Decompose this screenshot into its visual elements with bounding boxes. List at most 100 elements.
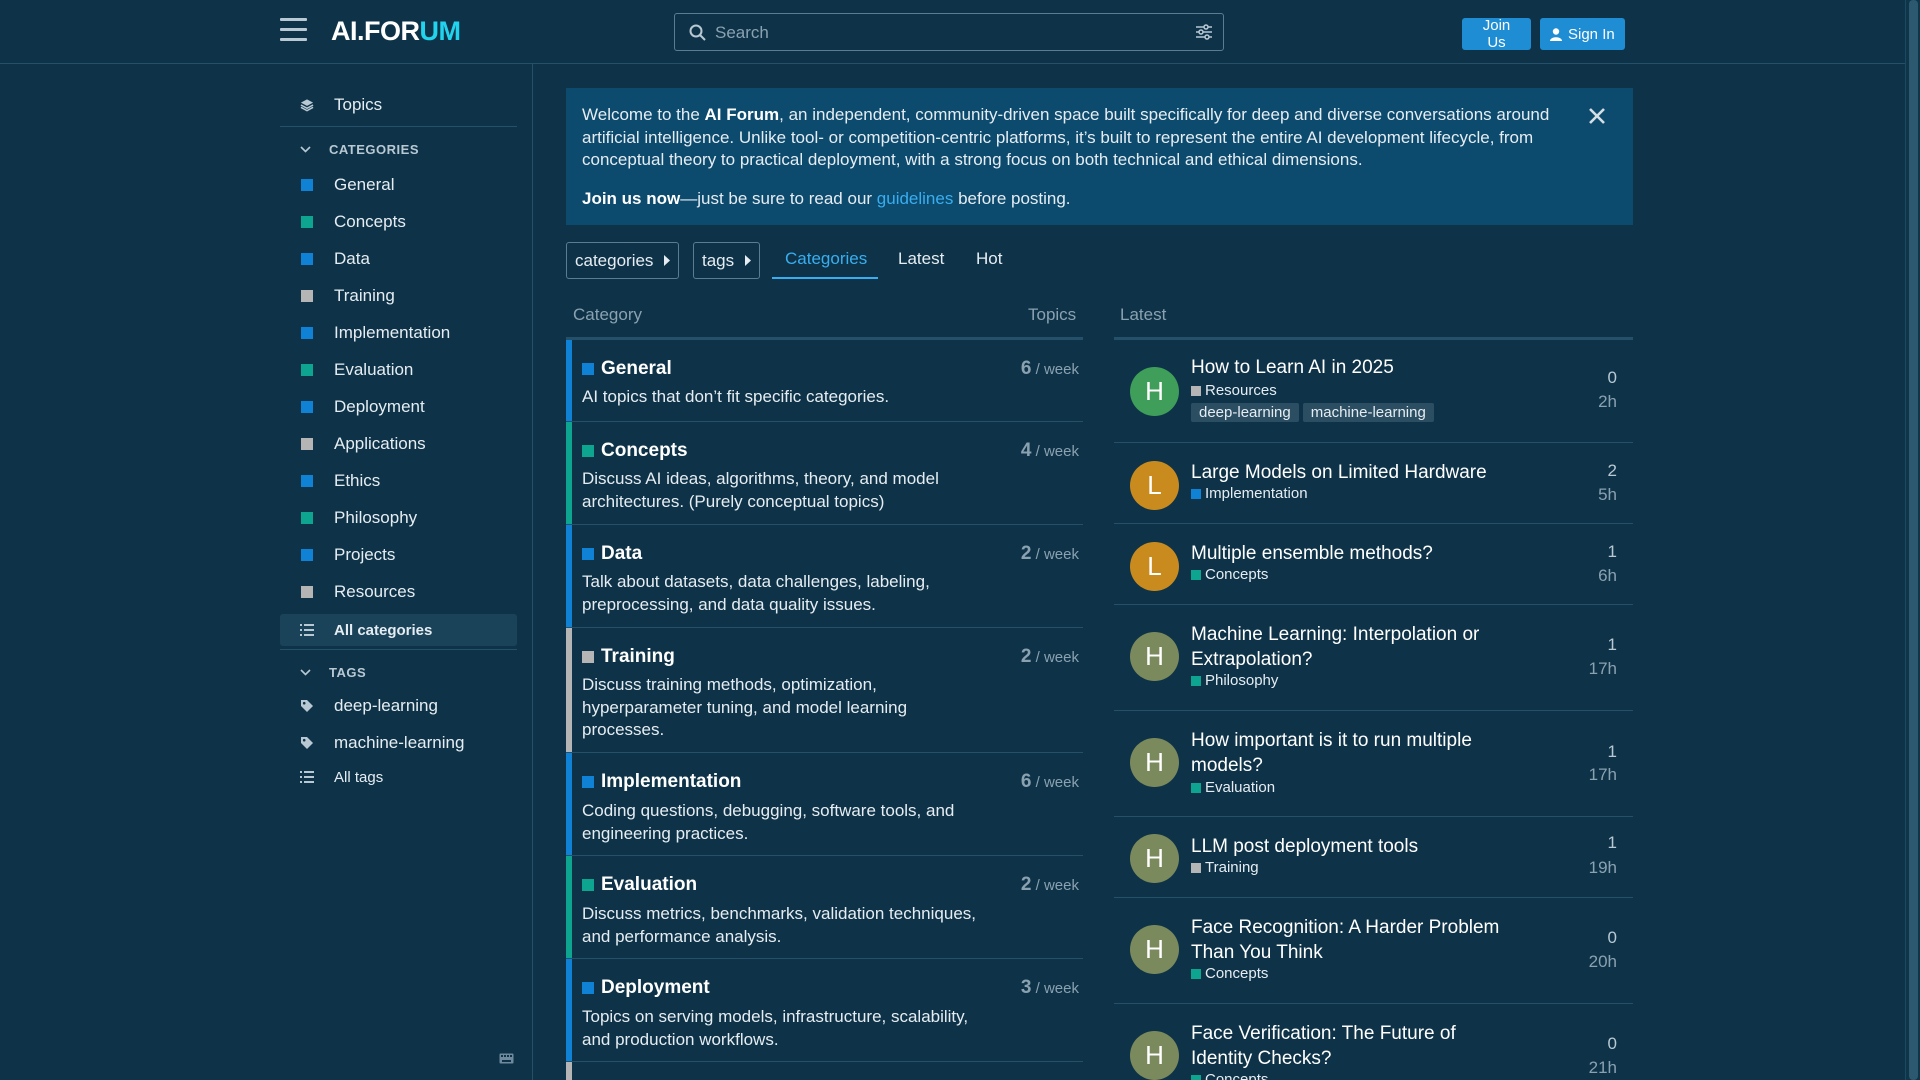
category-row[interactable] <box>566 1062 1083 1080</box>
category-row[interactable]: Training Discuss training methods, optimi… <box>566 628 1083 753</box>
sidebar-item-category[interactable]: Ethics <box>280 465 517 497</box>
topic-activity-age[interactable]: 17h <box>1589 765 1617 785</box>
categories-section-header[interactable]: CATEGORIES <box>300 142 419 157</box>
avatar[interactable]: H <box>1130 738 1179 787</box>
avatar[interactable]: H <box>1130 925 1179 974</box>
topic-tag[interactable]: deep-learning <box>1191 403 1299 422</box>
category-title[interactable]: Data <box>582 543 642 565</box>
search-filter-icon[interactable] <box>1195 23 1213 41</box>
guidelines-link[interactable]: guidelines <box>877 189 954 208</box>
category-row[interactable]: Concepts Discuss AI ideas, algorithms, th… <box>566 422 1083 525</box>
topic-reply-count[interactable]: 1 <box>1608 635 1617 655</box>
sidebar-item-category[interactable]: Resources <box>280 576 517 608</box>
category-row[interactable]: Implementation Coding questions, debuggin… <box>566 753 1083 856</box>
sidebar-item-category[interactable]: Data <box>280 243 517 275</box>
topic-list-item[interactable]: H How to Learn AI in 2025 Resources deep-le… <box>1114 340 1633 443</box>
category-row[interactable]: Deployment Topics on serving models, infr… <box>566 959 1083 1062</box>
topic-title[interactable]: Machine Learning: Interpolation or Extra… <box>1191 622 1521 672</box>
hamburger-menu-icon[interactable] <box>280 18 307 42</box>
site-logo[interactable]: AI.FORUM <box>331 16 461 47</box>
join-us-button[interactable]: Join Us <box>1462 17 1531 51</box>
scrollbar-thumb[interactable] <box>1909 0 1918 1080</box>
category-row[interactable]: Evaluation Discuss metrics, benchmarks, v… <box>566 856 1083 959</box>
topic-list-item[interactable]: L Multiple ensemble methods? Concepts 1 6h <box>1114 524 1633 605</box>
topic-reply-count[interactable]: 0 <box>1608 1034 1617 1054</box>
topic-category-badge[interactable]: Evaluation <box>1191 779 1275 796</box>
sidebar-item-category[interactable]: Implementation <box>280 317 517 349</box>
avatar[interactable]: H <box>1130 632 1179 681</box>
sidebar-item-category[interactable]: Training <box>280 280 517 312</box>
topic-category-badge[interactable]: Resources <box>1191 382 1277 399</box>
sidebar-item-topics[interactable]: Topics <box>280 89 517 121</box>
topic-title[interactable]: Multiple ensemble methods? <box>1191 541 1521 566</box>
sidebar-item-tag[interactable]: deep-learning <box>280 690 517 722</box>
topic-list-item[interactable]: H Face Recognition: A Harder Problem Than… <box>1114 898 1633 1004</box>
topic-title[interactable]: How important is it to run multiple mode… <box>1191 728 1521 778</box>
topic-reply-count[interactable]: 1 <box>1608 742 1617 762</box>
topic-title[interactable]: Face Recognition: A Harder Problem Than … <box>1191 915 1521 965</box>
topic-list-item[interactable]: L Large Models on Limited Hardware Impleme… <box>1114 443 1633 524</box>
topic-activity-age[interactable]: 5h <box>1598 485 1617 505</box>
search-box[interactable] <box>674 13 1224 51</box>
category-title[interactable]: Concepts <box>582 440 688 462</box>
topic-activity-age[interactable]: 21h <box>1589 1058 1617 1078</box>
sign-in-button[interactable]: Sign In <box>1540 18 1625 50</box>
topic-list-item[interactable]: H How important is it to run multiple mod… <box>1114 711 1633 817</box>
sidebar-item-all-tags[interactable]: All tags <box>280 761 517 793</box>
topic-reply-count[interactable]: 0 <box>1608 368 1617 388</box>
sidebar-item-category[interactable]: Philosophy <box>280 502 517 534</box>
sidebar-item-category[interactable]: Concepts <box>280 206 517 238</box>
sidebar-item-category[interactable]: Deployment <box>280 391 517 423</box>
topic-reply-count[interactable]: 1 <box>1608 542 1617 562</box>
topic-list-item[interactable]: H LLM post deployment tools Training 1 19h <box>1114 817 1633 898</box>
avatar[interactable]: H <box>1130 1031 1179 1080</box>
category-title[interactable]: Deployment <box>582 977 710 999</box>
category-row[interactable]: General AI topics that don’t fit specific… <box>566 340 1083 422</box>
sidebar-item-all-categories[interactable]: All categories <box>280 614 517 646</box>
topic-tag[interactable]: machine-learning <box>1302 403 1434 422</box>
topic-category-badge[interactable]: Concepts <box>1191 965 1268 982</box>
topic-activity-age[interactable]: 17h <box>1589 659 1617 679</box>
tab-hot[interactable]: Hot <box>976 249 1002 269</box>
categories-dropdown[interactable]: categories <box>566 242 680 279</box>
topic-title[interactable]: How to Learn AI in 2025 <box>1191 355 1521 380</box>
search-input[interactable] <box>715 21 1155 45</box>
topic-category-badge[interactable]: Philosophy <box>1191 672 1278 689</box>
topic-title[interactable]: Large Models on Limited Hardware <box>1191 460 1521 485</box>
topic-activity-age[interactable]: 19h <box>1589 858 1617 878</box>
topic-category-badge[interactable]: Concepts <box>1191 566 1268 583</box>
tab-categories[interactable]: Categories <box>785 249 867 269</box>
avatar[interactable]: H <box>1130 834 1179 883</box>
topic-list-item[interactable]: H Face Verification: The Future of Identi… <box>1114 1004 1633 1080</box>
topic-category-badge[interactable]: Implementation <box>1191 485 1308 502</box>
category-title[interactable]: Evaluation <box>582 874 697 896</box>
category-title[interactable]: Implementation <box>582 771 741 793</box>
topic-title[interactable]: Face Verification: The Future of Identit… <box>1191 1021 1521 1071</box>
topic-activity-age[interactable]: 2h <box>1598 392 1617 412</box>
category-title[interactable]: General <box>582 358 672 380</box>
topic-activity-age[interactable]: 6h <box>1598 566 1617 586</box>
sidebar-item-category[interactable]: Evaluation <box>280 354 517 386</box>
topic-list-item[interactable]: H Machine Learning: Interpolation or Extr… <box>1114 605 1633 711</box>
category-row[interactable]: Data Talk about datasets, data challenges… <box>566 525 1083 628</box>
topic-title[interactable]: LLM post deployment tools <box>1191 834 1521 859</box>
topic-category-badge[interactable]: Training <box>1191 859 1259 876</box>
sidebar-item-category[interactable]: Projects <box>280 539 517 571</box>
avatar[interactable]: H <box>1130 367 1179 416</box>
tab-latest[interactable]: Latest <box>898 249 944 269</box>
category-title[interactable]: Training <box>582 646 675 668</box>
topic-reply-count[interactable]: 2 <box>1608 461 1617 481</box>
topic-reply-count[interactable]: 1 <box>1608 833 1617 853</box>
tags-dropdown[interactable]: tags <box>693 242 761 279</box>
topic-activity-age[interactable]: 20h <box>1589 952 1617 972</box>
sidebar-item-category[interactable]: Applications <box>280 428 517 460</box>
tags-section-header[interactable]: TAGS <box>300 665 366 680</box>
sidebar-item-category[interactable]: General <box>280 169 517 201</box>
avatar[interactable]: L <box>1130 542 1179 591</box>
topic-category-badge[interactable]: Concepts <box>1191 1071 1268 1080</box>
sidebar-item-tag[interactable]: machine-learning <box>280 727 517 759</box>
avatar[interactable]: L <box>1130 461 1179 510</box>
page-scrollbar[interactable] <box>1905 0 1920 1080</box>
topic-reply-count[interactable]: 0 <box>1608 928 1617 948</box>
keyboard-shortcuts-icon[interactable] <box>499 1053 514 1064</box>
